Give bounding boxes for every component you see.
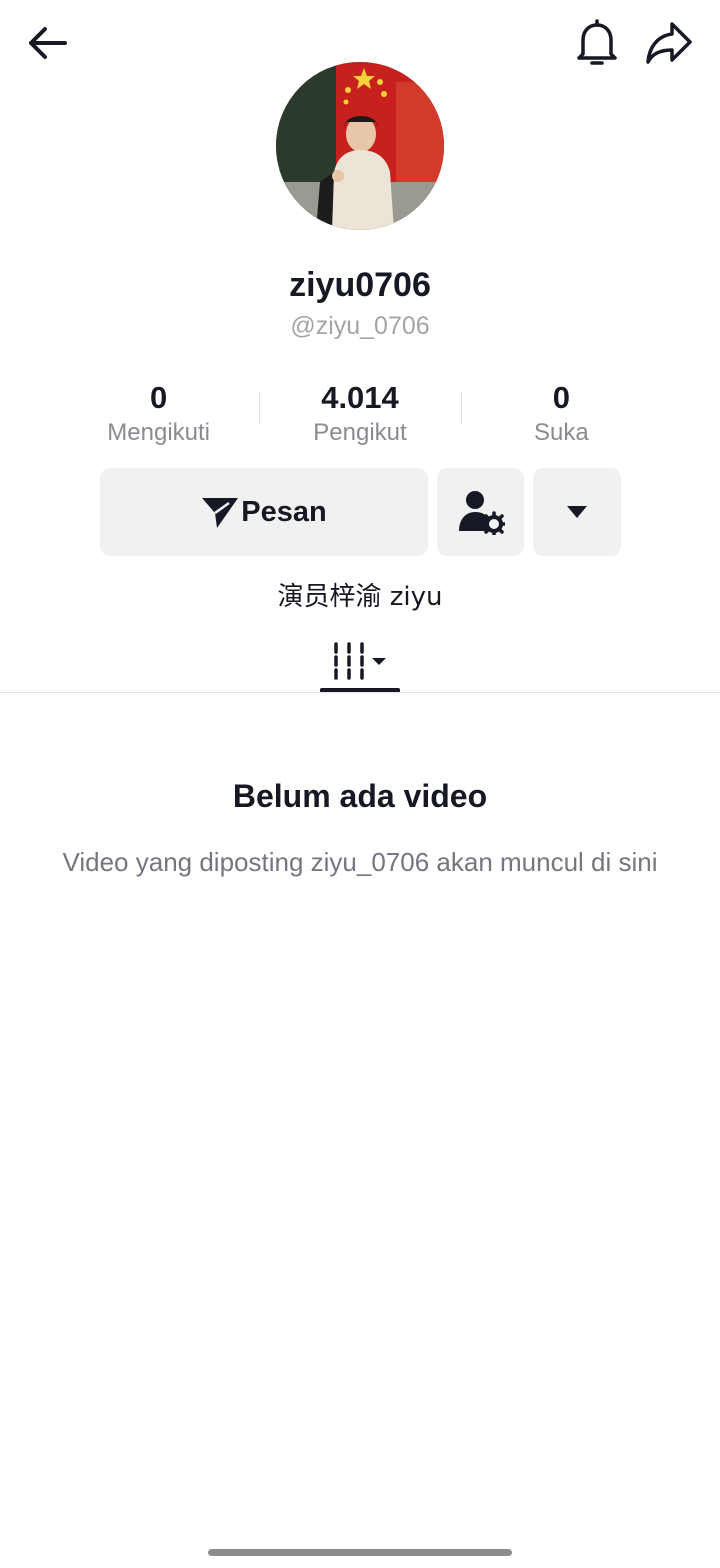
person-gear-icon: [458, 491, 505, 535]
stat-label: Mengikuti: [107, 419, 211, 446]
tab-divider: [0, 692, 720, 693]
stat-value: 0: [552, 380, 570, 415]
more-options-button[interactable]: [533, 468, 621, 556]
stat-value: 0: [150, 380, 168, 415]
stat-divider: [461, 392, 462, 424]
notification-bell-button[interactable]: [568, 14, 626, 72]
username-handle: @ziyu_0706: [290, 312, 430, 340]
profile-bio: 演员梓渝 ziyu: [277, 582, 443, 612]
tab-videos[interactable]: [320, 628, 400, 694]
message-button-label: Pesan: [241, 495, 327, 528]
paper-plane-icon: [202, 498, 239, 528]
grid-filter-icon: [334, 642, 386, 680]
empty-state-description: Video yang diposting ziyu_0706 akan munc…: [62, 847, 658, 877]
empty-state-title: Belum ada video: [232, 778, 488, 814]
share-arrow-icon: [646, 22, 692, 64]
arrow-left-icon: [29, 27, 67, 59]
stat-followers[interactable]: 4.014 Pengikut: [259, 378, 460, 450]
stat-likes[interactable]: 0 Suka: [461, 378, 662, 450]
stat-value: 4.014: [321, 380, 399, 415]
stat-following[interactable]: 0 Mengikuti: [58, 378, 259, 450]
message-button[interactable]: Pesan: [100, 468, 428, 556]
stat-label: Pengikut: [313, 419, 407, 446]
display-name: ziyu0706: [289, 266, 431, 304]
bell-icon: [577, 19, 617, 65]
home-indicator[interactable]: [208, 1549, 512, 1556]
stat-label: Suka: [533, 419, 589, 446]
profile-stats: 0 Mengikuti 4.014 Pengikut 0 Suka: [58, 378, 662, 450]
stat-divider: [259, 392, 260, 424]
caret-down-icon: [567, 506, 587, 518]
profile-screen: ziyu0706 @ziyu_0706 0 Mengikuti 4.014 Pe…: [0, 0, 720, 1568]
friend-settings-button[interactable]: [437, 468, 524, 556]
profile-avatar[interactable]: [276, 62, 444, 230]
back-button[interactable]: [18, 18, 76, 68]
share-button[interactable]: [638, 14, 700, 72]
